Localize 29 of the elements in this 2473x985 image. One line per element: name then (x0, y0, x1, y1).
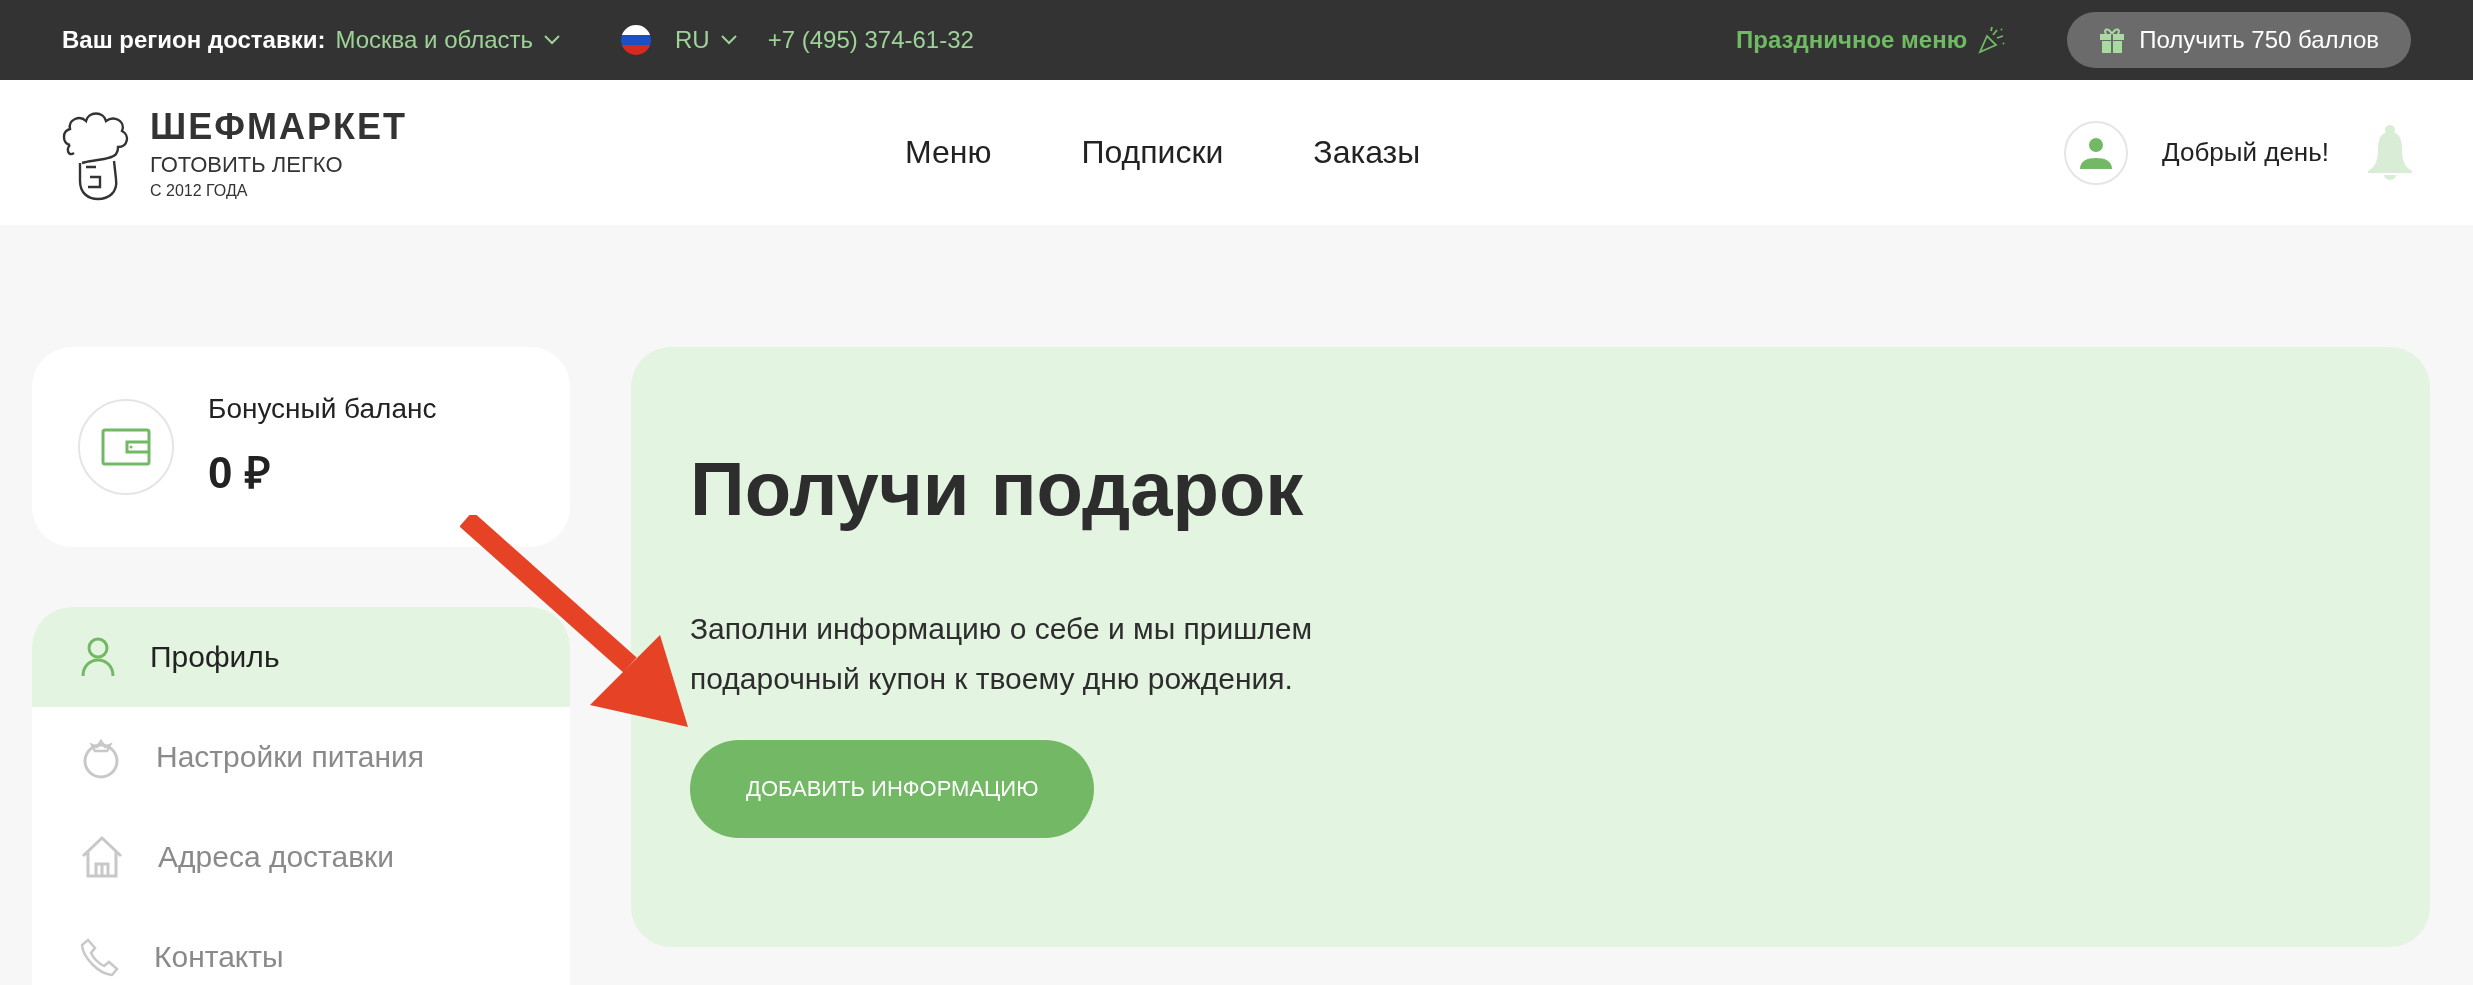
brand-name: ШЕФМАРКЕТ (150, 105, 407, 148)
user-icon (2080, 136, 2113, 169)
brand-since: С 2012 ГОДА (150, 181, 249, 200)
region-selector[interactable]: Москва и область (335, 26, 562, 54)
promo-text: Заполни информацию о себе и мы пришлем подарочный купон к твоему дню рождения. (690, 611, 1314, 697)
house-icon (80, 835, 124, 879)
chevron-icon (543, 34, 562, 46)
phone-number[interactable]: +7 (495) 374-61-32 (767, 26, 974, 54)
language-selector[interactable]: RU (675, 26, 738, 54)
bonus-balance-label: Бонусный баланс (208, 393, 437, 425)
bonus-balance-amount: 0 ₽ (208, 447, 272, 499)
holiday-menu-link[interactable]: Праздничное меню (1736, 26, 1968, 54)
sidebar-item[interactable]: Профиль (32, 607, 570, 707)
wallet-icon (101, 428, 151, 466)
greeting-text: Добрый день! (2162, 137, 2329, 168)
gift-icon (2099, 26, 2126, 54)
promo-title: Получи подарок (690, 445, 1304, 532)
region-label: Ваш регион доставки: (62, 26, 326, 54)
chevron-icon (719, 34, 738, 46)
flag-icon (621, 25, 652, 55)
bell-icon[interactable] (2367, 124, 2413, 181)
avatar[interactable] (2064, 120, 2129, 185)
nav-link[interactable]: Подписки (1081, 134, 1224, 171)
phone-icon (80, 937, 120, 977)
person-icon (80, 636, 116, 678)
nav-link[interactable]: Меню (905, 134, 992, 171)
brand-tagline: ГОТОВИТЬ ЛЕГКО (150, 151, 344, 178)
nav-link[interactable]: Заказы (1313, 134, 1421, 171)
bonus-points-button[interactable]: Получить 750 баллов (2067, 12, 2411, 68)
